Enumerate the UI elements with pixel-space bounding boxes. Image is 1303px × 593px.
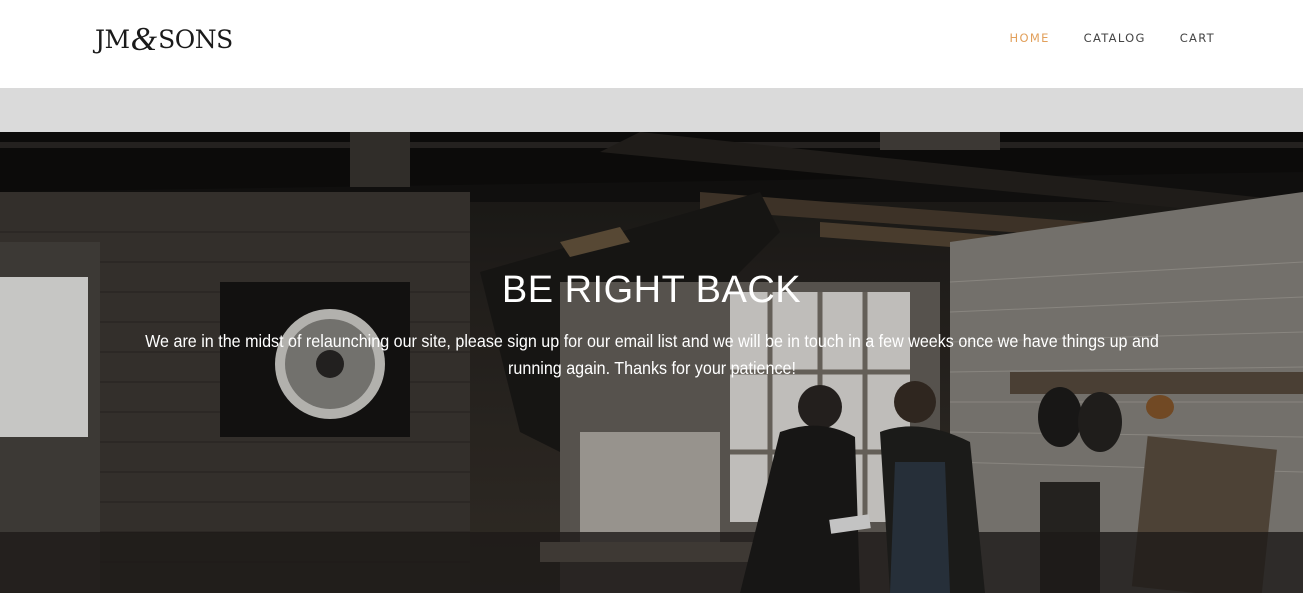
hero-title: BE RIGHT BACK bbox=[501, 269, 802, 311]
logo-ampersand: & bbox=[130, 21, 158, 58]
site-logo[interactable]: JM & SONS bbox=[95, 20, 233, 58]
hero-section: BE RIGHT BACK We are in the midst of rel… bbox=[0, 132, 1303, 593]
nav-link-catalog[interactable]: CATALOG bbox=[1084, 31, 1146, 45]
logo-text-left: JM bbox=[95, 25, 130, 54]
main-nav: HOME CATALOG CART bbox=[976, 31, 1215, 45]
nav-link-cart[interactable]: CART bbox=[1180, 31, 1215, 45]
logo-text-right: SONS bbox=[158, 25, 233, 54]
site-header: JM & SONS HOME CATALOG CART bbox=[0, 0, 1303, 88]
hero-content: BE RIGHT BACK We are in the midst of rel… bbox=[0, 268, 1303, 382]
announcement-bar bbox=[0, 88, 1303, 132]
nav-link-home[interactable]: HOME bbox=[1010, 31, 1050, 45]
hero-description: We are in the midst of relaunching our s… bbox=[144, 331, 1159, 378]
